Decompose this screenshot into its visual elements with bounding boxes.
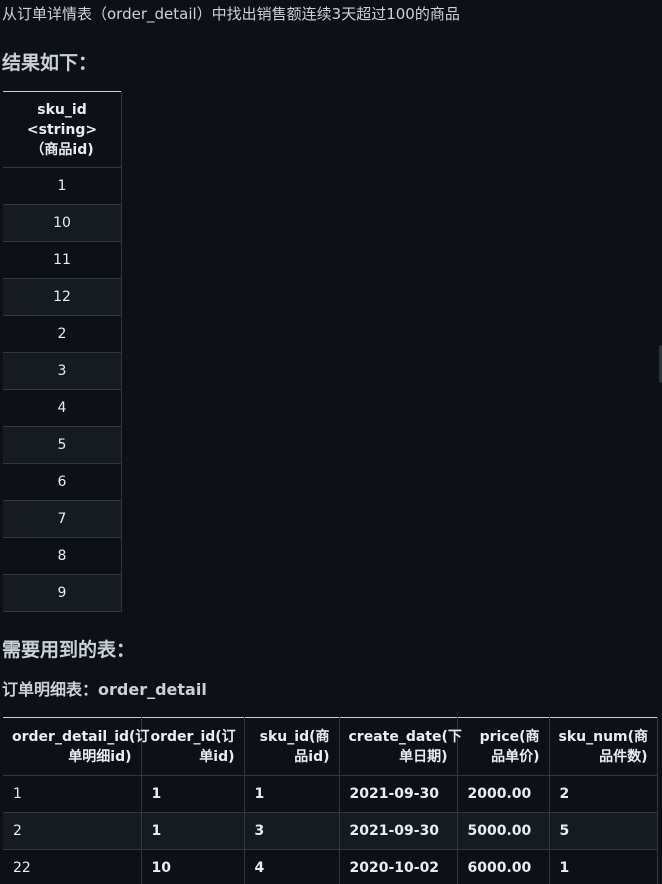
result-header-line-3: （商品id): [30, 141, 94, 158]
table-cell: 5: [549, 812, 658, 850]
table-row: 7: [3, 500, 122, 538]
result-header-line-2: <string>: [26, 121, 98, 138]
table-cell: 2: [3, 812, 142, 850]
result-column-header: sku_id <string> （商品id): [3, 91, 122, 168]
table-row: 1 1 1 2021-09-30 2000.00 2: [3, 775, 658, 813]
table-cell: 1: [549, 849, 658, 884]
table-row: 6: [3, 463, 122, 501]
table-cell: 10: [3, 204, 122, 242]
table-cell: 3: [244, 812, 340, 850]
scrollbar-track[interactable]: [658, 0, 662, 884]
table-cell: 5000.00: [457, 812, 550, 850]
table-row: 8: [3, 537, 122, 575]
order-detail-table: order_detail_id(订单明细id) order_id(订单id) s…: [3, 717, 658, 884]
column-header-sku-num: sku_num(商品件数): [549, 717, 658, 776]
table-cell: 2: [549, 775, 658, 813]
table-cell: 2000.00: [457, 775, 550, 813]
table-cell: 5: [3, 426, 122, 464]
table-cell: 12: [3, 278, 122, 316]
table-label: 订单明细表：order_detail: [2, 680, 207, 699]
table-row: 10: [3, 204, 122, 242]
table-cell: 4: [3, 389, 122, 427]
table-cell: 1: [141, 775, 245, 813]
table-row: 1: [3, 167, 122, 205]
column-header-sku-id: sku_id(商品id): [244, 717, 340, 776]
column-header-order-detail-id: order_detail_id(订单明细id): [3, 717, 149, 776]
table-cell: 10: [141, 849, 245, 884]
table-cell: 2021-09-30: [339, 812, 458, 850]
table-cell: 22: [3, 849, 142, 884]
table-cell: 1: [244, 775, 340, 813]
table-cell: 2021-09-30: [339, 775, 458, 813]
table-cell: 3: [3, 352, 122, 390]
column-header-order-id: order_id(订单id): [141, 717, 245, 776]
table-cell: 1: [3, 167, 122, 205]
intro-text: 从订单详情表（order_detail）中找出销售额连续3天超过100的商品: [2, 5, 460, 23]
table-row: 4: [3, 389, 122, 427]
column-header-price: price(商品单价): [457, 717, 550, 776]
table-row: 9: [3, 574, 122, 612]
table-cell: 8: [3, 537, 122, 575]
table-row: 5: [3, 426, 122, 464]
table-row: 2: [3, 315, 122, 353]
table-cell: 7: [3, 500, 122, 538]
tables-heading: 需要用到的表：: [2, 639, 136, 661]
table-row: 2 1 3 2021-09-30 5000.00 5: [3, 812, 658, 850]
column-header-create-date: create_date(下单日期): [339, 717, 462, 776]
table-cell: 2: [3, 315, 122, 353]
table-row: 22 10 4 2020-10-02 6000.00 1: [3, 849, 658, 884]
table-row: 11: [3, 241, 122, 279]
table-cell: 1: [141, 812, 245, 850]
table-cell: 11: [3, 241, 122, 279]
table-row: 3: [3, 352, 122, 390]
table-cell: 1: [3, 775, 142, 813]
result-table: sku_id <string> （商品id) 1 10 11 12 2 3 4 …: [3, 91, 122, 612]
table-cell: 6000.00: [457, 849, 550, 884]
table-cell: 4: [244, 849, 340, 884]
result-heading: 结果如下：: [2, 52, 98, 74]
table-cell: 9: [3, 574, 122, 612]
result-header-line-1: sku_id: [37, 101, 87, 118]
table-row: 12: [3, 278, 122, 316]
table-cell: 6: [3, 463, 122, 501]
table-cell: 2020-10-02: [339, 849, 458, 884]
